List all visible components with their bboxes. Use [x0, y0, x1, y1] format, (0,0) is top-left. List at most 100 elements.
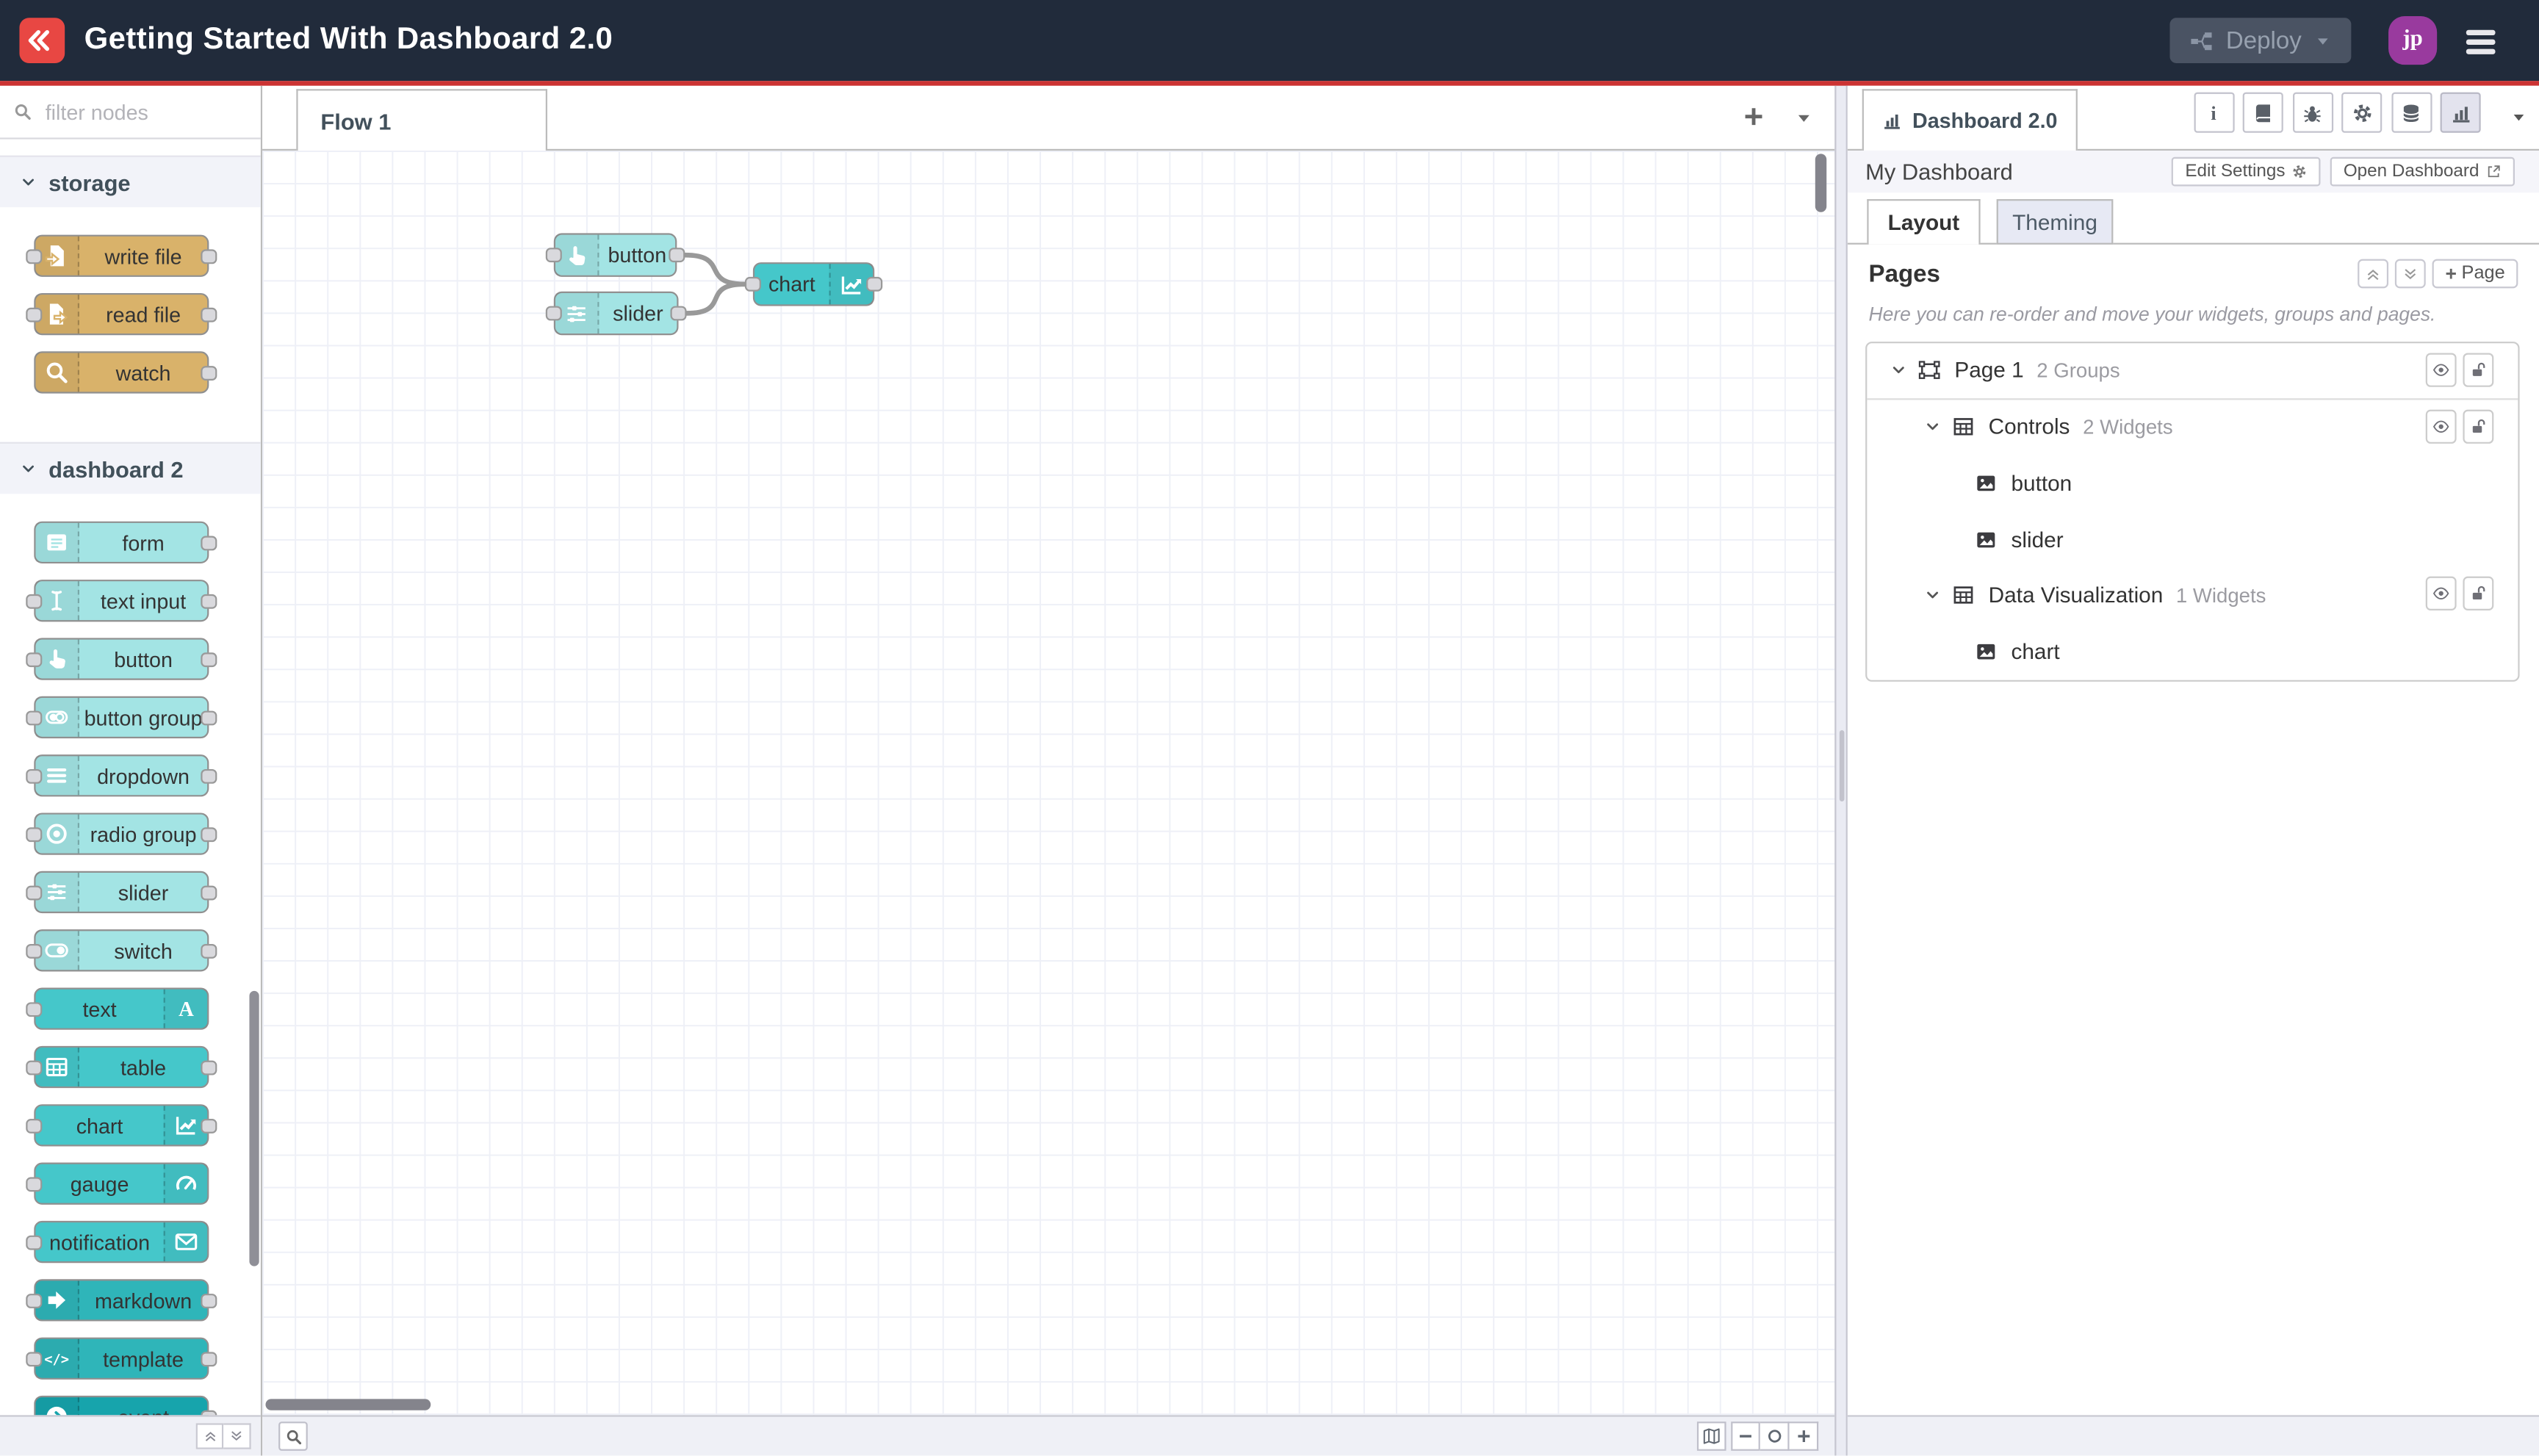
flow-list-button[interactable] — [1794, 109, 1813, 128]
tab-layout[interactable]: Layout — [1867, 199, 1981, 245]
wire-slider-to-chart[interactable] — [684, 281, 748, 316]
palette-category-dashboard-2[interactable]: dashboard 2 — [0, 442, 261, 494]
deploy-button[interactable]: Deploy — [2169, 18, 2352, 63]
move-down-button[interactable] — [2395, 259, 2427, 289]
node-button-group[interactable]: button group — [26, 696, 217, 739]
node-dropdown[interactable]: dropdown — [26, 754, 217, 797]
hamburger-icon[interactable] — [2461, 23, 2507, 58]
node-slider[interactable]: slider — [26, 871, 217, 914]
node-form[interactable]: form — [34, 521, 217, 564]
output-port[interactable] — [201, 535, 217, 550]
avatar[interactable]: jp — [2388, 16, 2438, 65]
node-text-input[interactable]: text input — [26, 580, 217, 622]
tree-row-data-visualization[interactable]: Data Visualization 1 Widgets — [1867, 567, 2518, 623]
chevron-down-icon[interactable] — [1923, 419, 1941, 436]
palette-scrollbar[interactable] — [249, 990, 259, 1266]
chevron-down-icon[interactable] — [1890, 361, 1907, 379]
sidebar-tab-bar-chart[interactable] — [2440, 92, 2481, 133]
node-watch[interactable]: watch — [34, 351, 217, 394]
node-template[interactable]: </> template — [26, 1337, 217, 1380]
eye-button[interactable] — [2425, 577, 2457, 611]
node-markdown[interactable]: markdown — [26, 1279, 217, 1322]
unlock-button[interactable] — [2463, 353, 2494, 387]
move-up-button[interactable] — [2358, 259, 2389, 289]
output-port[interactable] — [201, 1351, 217, 1366]
wire-button-to-chart[interactable] — [683, 252, 748, 287]
splitter-drag-handle[interactable] — [1838, 730, 1844, 802]
sidebar-tab-gear[interactable] — [2341, 92, 2383, 133]
input-port[interactable] — [744, 276, 761, 292]
node-gauge[interactable]: gauge — [26, 1162, 209, 1205]
output-port[interactable] — [201, 652, 217, 666]
caret-down-icon[interactable] — [2314, 32, 2332, 49]
tree-row-chart[interactable]: chart — [1867, 624, 2518, 680]
input-port[interactable] — [26, 1234, 43, 1250]
unlock-button[interactable] — [2463, 577, 2494, 611]
input-port[interactable] — [26, 593, 43, 608]
sidebar-tab-info[interactable]: i — [2193, 92, 2234, 133]
output-port[interactable] — [201, 306, 217, 322]
output-port[interactable] — [201, 1409, 217, 1416]
canvas-vertical-scrollbar[interactable] — [1815, 154, 1827, 212]
node-text[interactable]: Atext — [26, 987, 209, 1030]
node-radio-group[interactable]: radio group — [26, 812, 217, 855]
output-port[interactable] — [201, 365, 217, 380]
output-port[interactable] — [201, 248, 217, 264]
sidebar-splitter[interactable] — [1834, 85, 1848, 1456]
output-port[interactable] — [201, 710, 217, 725]
input-port[interactable] — [26, 1117, 43, 1133]
flow-canvas[interactable]: button slider chart — [262, 150, 1835, 1416]
zoom-reset-button[interactable] — [1760, 1421, 1790, 1452]
node-switch[interactable]: switch — [26, 929, 217, 972]
output-port[interactable] — [201, 826, 217, 842]
tab-dashboard-2[interactable]: Dashboard 2.0 — [1862, 89, 2077, 151]
zoom-in-button[interactable] — [1789, 1421, 1819, 1452]
node-write-file[interactable]: write file — [26, 234, 217, 277]
output-port[interactable] — [201, 1059, 217, 1075]
input-port[interactable] — [26, 943, 43, 958]
node-notification[interactable]: notification — [26, 1220, 209, 1264]
input-port[interactable] — [26, 1059, 43, 1075]
eye-button[interactable] — [2425, 408, 2457, 444]
add-flow-button[interactable] — [1740, 104, 1766, 129]
input-port[interactable] — [26, 884, 43, 900]
flowfuse-logo-icon[interactable] — [19, 18, 65, 63]
tree-row-page-1[interactable]: Page 1 2 Groups — [1867, 343, 2518, 400]
input-port[interactable] — [26, 652, 43, 666]
edit-settings-button[interactable]: Edit Settings — [2172, 156, 2321, 187]
node-slider[interactable]: slider — [545, 291, 687, 336]
output-port[interactable] — [201, 943, 217, 958]
canvas-horizontal-scrollbar[interactable] — [265, 1399, 431, 1411]
output-port[interactable] — [201, 884, 217, 900]
palette-category-storage[interactable]: storage — [0, 155, 261, 208]
double-chevron-down-button[interactable] — [223, 1424, 251, 1450]
add-page-button[interactable]: + Page — [2432, 259, 2518, 289]
sidebar-tab-context-data[interactable] — [2391, 92, 2432, 133]
input-port[interactable] — [26, 768, 43, 783]
node-read-file[interactable]: read file — [26, 292, 217, 336]
palette-search[interactable] — [0, 86, 261, 140]
node-table[interactable]: table — [26, 1045, 217, 1089]
input-port[interactable] — [26, 1292, 43, 1308]
output-port[interactable] — [201, 768, 217, 783]
open-dashboard-button[interactable]: Open Dashboard — [2330, 156, 2515, 187]
eye-button[interactable] — [2425, 353, 2457, 387]
node-event[interactable]: event — [34, 1395, 217, 1416]
input-port[interactable] — [26, 1001, 43, 1017]
filter-nodes-input[interactable] — [42, 98, 220, 126]
output-port[interactable] — [201, 1292, 217, 1308]
unlock-button[interactable] — [2463, 408, 2494, 444]
input-port[interactable] — [26, 306, 43, 322]
node-button[interactable]: button — [26, 638, 217, 680]
output-port[interactable] — [866, 276, 883, 292]
input-port[interactable] — [26, 248, 43, 264]
tab-flow-1[interactable]: Flow 1 — [296, 89, 547, 151]
input-port[interactable] — [545, 306, 562, 321]
input-port[interactable] — [26, 710, 43, 725]
input-port[interactable] — [26, 1176, 43, 1192]
map-button[interactable] — [1696, 1421, 1726, 1452]
node-chart[interactable]: chart — [26, 1104, 217, 1147]
tree-row-slider[interactable]: slider — [1867, 511, 2518, 567]
search-flows-button[interactable] — [278, 1421, 308, 1452]
output-port[interactable] — [201, 1117, 217, 1133]
